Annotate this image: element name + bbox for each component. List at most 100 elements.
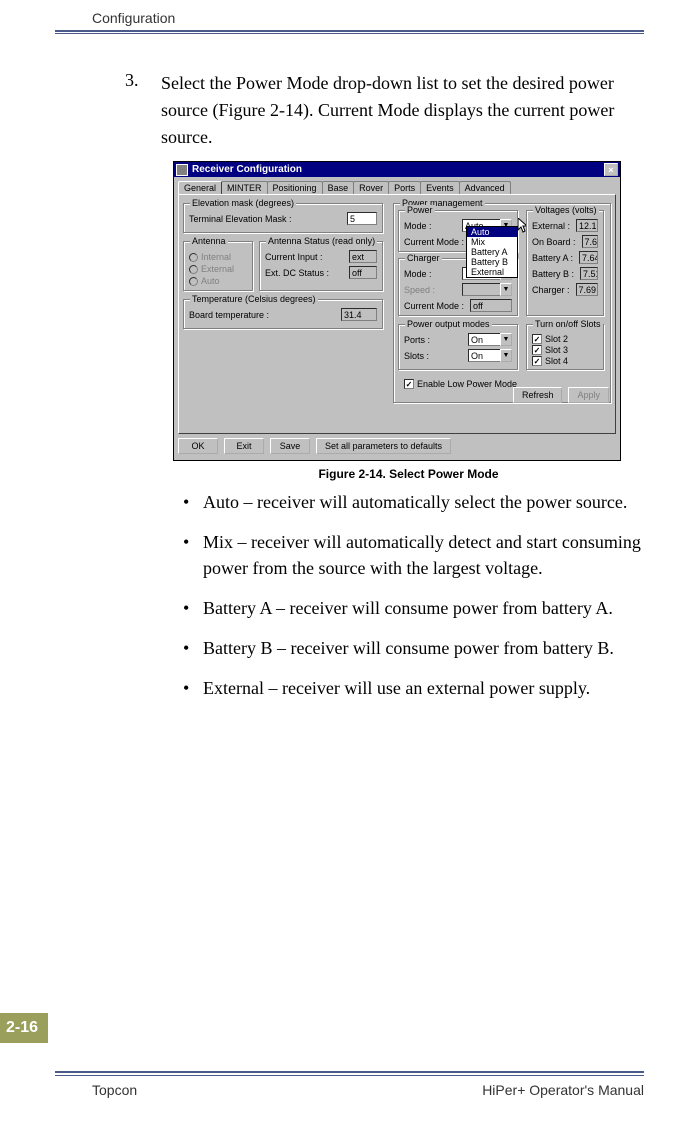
group-power-mgmt: Power management Power Mode : Auto▼ Curr… [393,203,611,403]
group-title: Charger [405,253,442,263]
save-button[interactable]: Save [270,438,310,454]
group-title: Antenna Status (read only) [266,236,377,246]
volt-label: External : [532,221,570,231]
group-elevation: Elevation mask (degrees) Terminal Elevat… [183,203,383,233]
dropdown-option[interactable]: Battery A [467,247,517,257]
speed-select: ▼ [462,283,512,296]
apply-button[interactable]: Apply [568,387,609,403]
charger-mode-label: Mode : [404,269,432,279]
dropdown-option[interactable]: Auto [467,227,517,237]
slots-label: Slots : [404,351,429,361]
ext-dc-label: Ext. DC Status : [265,268,329,278]
volt-value: 7.6 [582,235,598,248]
app-icon [176,164,188,176]
group-antenna-status: Antenna Status (read only) Current Input… [259,241,383,291]
volt-label: Battery A : [532,253,573,263]
slots-select[interactable]: On▼ [468,349,512,362]
close-button[interactable]: × [604,163,618,176]
group-voltages: Voltages (volts) External :12.1 On Board… [526,210,604,316]
tabs: General MINTER Positioning Base Rover Po… [174,177,620,194]
elevation-input[interactable]: 5 [347,212,377,225]
dialog-window: Receiver Configuration × General MINTER … [173,161,621,461]
window-title: Receiver Configuration [192,164,302,175]
temperature-value: 31.4 [341,308,377,321]
tab-ports[interactable]: Ports [388,181,421,194]
volt-value: 7.69 [576,283,598,296]
group-title: Turn on/off Slots [533,319,603,329]
checkbox-slot2[interactable]: ✓Slot 2 [532,334,598,344]
checkbox-slot3[interactable]: ✓Slot 3 [532,345,598,355]
tab-base[interactable]: Base [322,181,355,194]
bullet-list: Auto – receiver will automatically selec… [143,489,644,702]
checkbox-low-power[interactable]: ✓Enable Low Power Mode [404,379,517,389]
page-number: 2-16 [0,1013,48,1043]
footer-right: HiPer+ Operator's Manual [482,1082,644,1098]
chevron-down-icon: ▼ [500,283,512,296]
defaults-button[interactable]: Set all parameters to defaults [316,438,451,454]
tab-rover[interactable]: Rover [353,181,389,194]
radio-internal[interactable]: Internal [189,252,247,262]
mode-label: Mode : [404,221,432,231]
ports-label: Ports : [404,335,430,345]
list-item: Mix – receiver will automatically detect… [183,529,644,581]
volt-label: Charger : [532,285,570,295]
rule [55,1075,644,1076]
volt-value: 12.1 [576,219,598,232]
group-title: Elevation mask (degrees) [190,198,296,208]
list-item: Auto – receiver will automatically selec… [183,489,644,515]
footer: Topcon HiPer+ Operator's Manual [92,1082,644,1098]
group-output-modes: Power output modes Ports :On▼ Slots :On▼ [398,324,518,370]
group-title: Temperature (Celsius degrees) [190,294,318,304]
step: 3. Select the Power Mode drop-down list … [125,70,644,151]
rule [55,1071,644,1073]
tab-general[interactable]: General [178,181,222,194]
elevation-label: Terminal Elevation Mask : [189,214,292,224]
volt-label: Battery B : [532,269,574,279]
group-title: Power output modes [405,319,492,329]
chevron-down-icon[interactable]: ▼ [500,333,512,346]
rule [55,30,644,32]
tab-positioning[interactable]: Positioning [267,181,323,194]
group-temperature: Temperature (Celsius degrees) Board temp… [183,299,383,329]
power-mode-dropdown[interactable]: Auto Mix Battery A Battery B External [466,226,518,278]
checkbox-slot4[interactable]: ✓Slot 4 [532,356,598,366]
current-input-value: ext [349,250,377,263]
tab-advanced[interactable]: Advanced [459,181,511,194]
dropdown-option[interactable]: Mix [467,237,517,247]
exit-button[interactable]: Exit [224,438,264,454]
current-input-label: Current Input : [265,252,323,262]
button-row: Refresh Apply [513,387,609,403]
temperature-label: Board temperature : [189,310,269,320]
volt-label: On Board : [532,237,576,247]
ok-button[interactable]: OK [178,438,218,454]
current-mode-label: Current Mode : [404,237,464,247]
chevron-down-icon[interactable]: ▼ [500,349,512,362]
ports-select[interactable]: On▼ [468,333,512,346]
group-title: Voltages (volts) [533,205,599,215]
group-title: Power [405,205,435,215]
figure: Receiver Configuration × General MINTER … [173,161,644,481]
list-item: Battery A – receiver will consume power … [183,595,644,621]
dropdown-option[interactable]: External [467,267,517,277]
list-item: External – receiver will use an external… [183,675,644,701]
footer-left: Topcon [92,1082,137,1098]
page-header: Configuration [92,10,175,26]
charger-current-value: off [470,299,512,312]
dropdown-option[interactable]: Battery B [467,257,517,267]
figure-caption: Figure 2-14. Select Power Mode [173,467,644,481]
step-number: 3. [125,70,143,151]
radio-external[interactable]: External [189,264,247,274]
tab-events[interactable]: Events [420,181,460,194]
ext-dc-value: off [349,266,377,279]
rule [55,33,644,34]
refresh-button[interactable]: Refresh [513,387,563,403]
tab-panel: Elevation mask (degrees) Terminal Elevat… [178,194,616,434]
radio-auto[interactable]: Auto [189,276,247,286]
titlebar: Receiver Configuration × [174,162,620,177]
group-antenna: Antenna Internal External Auto [183,241,253,291]
list-item: Battery B – receiver will consume power … [183,635,644,661]
charger-current-label: Current Mode : [404,301,464,311]
step-text: Select the Power Mode drop-down list to … [161,70,644,151]
volt-value: 7.51 [580,267,598,280]
tab-minter[interactable]: MINTER [221,181,268,194]
